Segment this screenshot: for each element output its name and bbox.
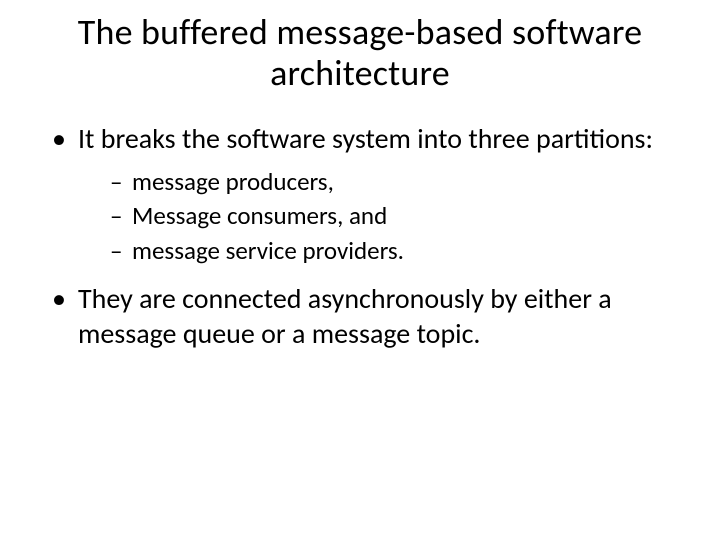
sub-bullet-text: message producers,	[132, 166, 334, 197]
bullet-item: It breaks the software system into three…	[52, 121, 680, 268]
slide-title: The buffered message-based software arch…	[40, 12, 680, 95]
bullet-list: It breaks the software system into three…	[40, 121, 680, 352]
sub-bullet-text: message service providers.	[132, 235, 404, 266]
bullet-text: They are connected asynchronously by eit…	[78, 281, 612, 351]
bullet-text: It breaks the software system into three…	[78, 121, 653, 156]
sub-bullet-item: message service providers.	[110, 235, 680, 268]
sub-bullet-text: Message consumers, and	[132, 200, 387, 231]
slide: The buffered message-based software arch…	[0, 0, 720, 540]
sub-bullet-item: Message consumers, and	[110, 200, 680, 233]
sub-bullet-list: message producers, Message consumers, an…	[78, 166, 680, 268]
sub-bullet-item: message producers,	[110, 166, 680, 199]
bullet-item: They are connected asynchronously by eit…	[52, 281, 680, 351]
